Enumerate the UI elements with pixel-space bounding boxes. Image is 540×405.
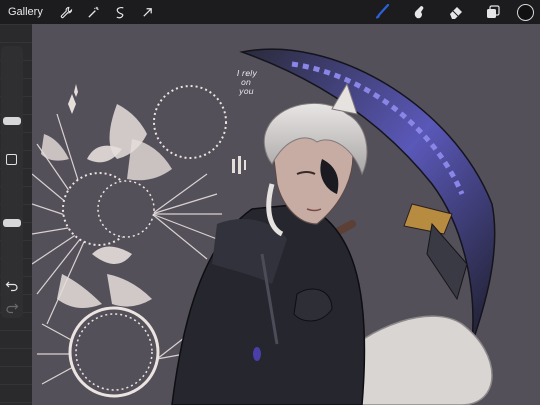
opacity-slider-thumb[interactable] xyxy=(3,219,21,227)
brush-size-slider-thumb[interactable] xyxy=(3,117,21,126)
left-sidebar xyxy=(1,46,23,318)
handwritten-line: on xyxy=(241,78,251,87)
transform-arrow-icon[interactable] xyxy=(139,3,157,21)
character-body xyxy=(171,203,366,405)
handwritten-line: I rely xyxy=(237,69,258,78)
adjustments-magic-wand-icon[interactable] xyxy=(85,3,103,21)
color-picker-button[interactable] xyxy=(517,3,534,21)
layers-icon[interactable] xyxy=(484,3,502,21)
artwork xyxy=(32,48,496,405)
smudge-icon[interactable] xyxy=(410,3,428,21)
gallery-button[interactable]: Gallery xyxy=(8,6,43,18)
modify-button[interactable] xyxy=(6,154,17,165)
drawing-canvas[interactable]: I rely on you xyxy=(32,24,540,405)
actions-wrench-icon[interactable] xyxy=(58,3,76,21)
redo-icon[interactable] xyxy=(5,300,19,314)
brush-icon[interactable] xyxy=(373,3,391,21)
eraser-icon[interactable] xyxy=(447,3,465,21)
handwritten-note: I rely on you xyxy=(237,69,273,96)
undo-icon[interactable] xyxy=(5,278,19,292)
right-toolset xyxy=(354,3,534,21)
handwritten-line: you xyxy=(239,87,254,96)
top-toolbar: Gallery xyxy=(0,0,540,24)
selection-icon[interactable] xyxy=(112,3,130,21)
